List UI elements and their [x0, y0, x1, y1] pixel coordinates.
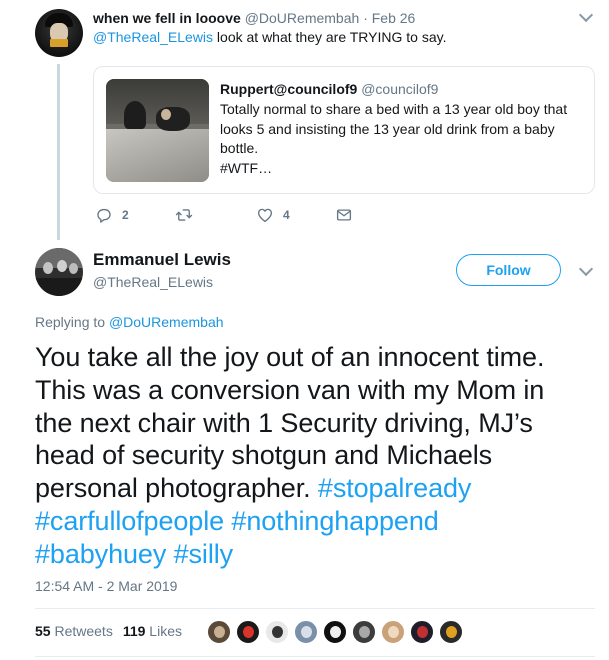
- liker-avatar-face: [330, 626, 341, 638]
- parent-date[interactable]: Feb 26: [372, 10, 416, 26]
- direct-message-button[interactable]: [335, 204, 353, 226]
- parent-tweet-text: @TheReal_ELewis look at what they are TR…: [93, 28, 447, 46]
- retweet-icon: [175, 209, 193, 221]
- quoted-text: Totally normal to share a bed with a 13 …: [220, 100, 586, 178]
- tweet-text-line: This was a conversion van with my Mom in: [35, 374, 595, 407]
- image-face-shape: [161, 109, 171, 120]
- tweet-text-line: personal photographer. #stopalready: [35, 472, 595, 505]
- avatar-badge-shape: [50, 39, 68, 47]
- chevron-down-icon[interactable]: [578, 7, 594, 23]
- quoted-text-line: bottle.: [220, 140, 259, 156]
- likes-count: 119: [122, 623, 146, 639]
- replying-to: Replying to @DoURemembah: [35, 313, 224, 331]
- quoted-text-line: Totally normal to share a bed with a 13 …: [220, 101, 568, 117]
- thread-connector-line: [57, 64, 60, 240]
- retweets-stat[interactable]: 55 Retweets: [35, 623, 113, 639]
- liker-avatar-face: [359, 626, 370, 638]
- hashtag-link[interactable]: #stopalready: [318, 473, 472, 503]
- image-figure-shape: [124, 101, 146, 129]
- liker-avatar[interactable]: [294, 620, 318, 644]
- retweets-label: Retweets: [50, 623, 113, 639]
- tweet-text-segment: This was a conversion van with my Mom in: [35, 374, 545, 405]
- tweet-stats: 55 Retweets 119 Likes: [35, 622, 182, 640]
- quoted-text-line: #WTF…: [220, 159, 273, 176]
- hashtag-link[interactable]: #carfullofpeople #nothinghappend: [35, 506, 439, 536]
- divider: [35, 608, 595, 609]
- main-handle[interactable]: @TheReal_ELewis: [93, 273, 213, 291]
- tweet-text-line: head of security shotgun and Michaels: [35, 439, 595, 472]
- heart-icon: [257, 208, 273, 223]
- liker-avatar-face: [272, 626, 283, 638]
- retweet-button[interactable]: [175, 204, 202, 226]
- parent-action-bar: 2 4: [93, 204, 393, 226]
- follow-button[interactable]: Follow: [456, 254, 561, 286]
- reply-button[interactable]: 2: [95, 204, 129, 226]
- hashtag-link[interactable]: #babyhuey #silly: [35, 539, 233, 569]
- tweet-text-line: the next chair with 1 Security driving, …: [35, 407, 595, 440]
- liker-avatar[interactable]: [352, 620, 376, 644]
- parent-tweet[interactable]: when we fell in looove @DoURemembah · Fe…: [0, 0, 609, 240]
- like-button[interactable]: 4: [256, 204, 290, 226]
- parent-text-body: look at what they are TRYING to say.: [213, 29, 447, 45]
- replying-to-link[interactable]: @DoURemembah: [109, 314, 224, 330]
- main-tweet-text: You take all the joy out of an innocent …: [35, 341, 595, 571]
- retweets-count: 55: [35, 623, 51, 639]
- liker-avatar-face: [417, 626, 428, 638]
- main-display-name[interactable]: Emmanuel Lewis: [93, 250, 231, 270]
- liker-avatars: [207, 620, 468, 644]
- liker-avatar[interactable]: [265, 620, 289, 644]
- like-count: 4: [283, 208, 290, 222]
- liker-avatar-face: [446, 626, 457, 638]
- quoted-handle: @councilof9: [361, 81, 439, 97]
- parent-handle[interactable]: @DoURemembah: [245, 10, 360, 26]
- likes-label: Likes: [145, 623, 182, 639]
- liker-avatar[interactable]: [207, 620, 231, 644]
- replying-prefix: Replying to: [35, 314, 106, 330]
- tweet-timestamp[interactable]: 12:54 AM - 2 Mar 2019: [35, 577, 177, 595]
- quoted-display-name: Ruppert@councilof9: [220, 81, 358, 97]
- tweet-text-segment: You take all the joy out of an innocent …: [35, 342, 545, 372]
- liker-avatar-face: [243, 626, 254, 638]
- tweet-text-segment: head of security shotgun and Michaels: [35, 440, 493, 471]
- liker-avatar-face: [301, 626, 312, 638]
- main-avatar[interactable]: [35, 248, 83, 296]
- envelope-icon: [336, 209, 352, 221]
- quoted-author: Ruppert@councilof9 @councilof9: [220, 80, 438, 98]
- liker-avatar[interactable]: [323, 620, 347, 644]
- reply-count: 2: [122, 208, 129, 222]
- avatar-photo-shape: [69, 263, 78, 274]
- tweet-text-line: #carfullofpeople #nothinghappend: [35, 505, 595, 538]
- tweet-text-segment: personal photographer.: [35, 473, 318, 504]
- parent-avatar[interactable]: [35, 9, 83, 57]
- tweet-text-segment: the next chair with 1 Security driving, …: [35, 407, 533, 438]
- avatar-photo-shape: [35, 278, 83, 296]
- liker-avatar[interactable]: [381, 620, 405, 644]
- separator-dot: ·: [363, 10, 368, 26]
- divider: [35, 656, 595, 657]
- liker-avatar[interactable]: [410, 620, 434, 644]
- tweet-text-line: #babyhuey #silly: [35, 538, 595, 571]
- likes-stat[interactable]: 119 Likes: [123, 623, 182, 639]
- parent-header: when we fell in looove @DoURemembah · Fe…: [93, 9, 415, 27]
- liker-avatar[interactable]: [236, 620, 260, 644]
- image-bed-shape: [106, 129, 209, 182]
- quoted-tweet-card[interactable]: Ruppert@councilof9 @councilof9 Totally n…: [93, 66, 595, 194]
- mention-link[interactable]: @TheReal_ELewis: [93, 29, 213, 45]
- chevron-down-icon[interactable]: [578, 261, 594, 277]
- liker-avatar-face: [388, 626, 399, 638]
- liker-avatar-face: [214, 626, 225, 638]
- reply-icon: [97, 208, 111, 223]
- avatar-photo-shape: [57, 260, 67, 272]
- liker-avatar[interactable]: [439, 620, 463, 644]
- quoted-tweet-image[interactable]: [106, 79, 209, 182]
- quoted-text-line: looks 5 and insisting the 13 year old dr…: [220, 120, 555, 137]
- parent-display-name[interactable]: when we fell in looove: [93, 10, 241, 26]
- tweet-text-line: You take all the joy out of an innocent …: [35, 341, 595, 374]
- avatar-photo-shape: [43, 262, 53, 274]
